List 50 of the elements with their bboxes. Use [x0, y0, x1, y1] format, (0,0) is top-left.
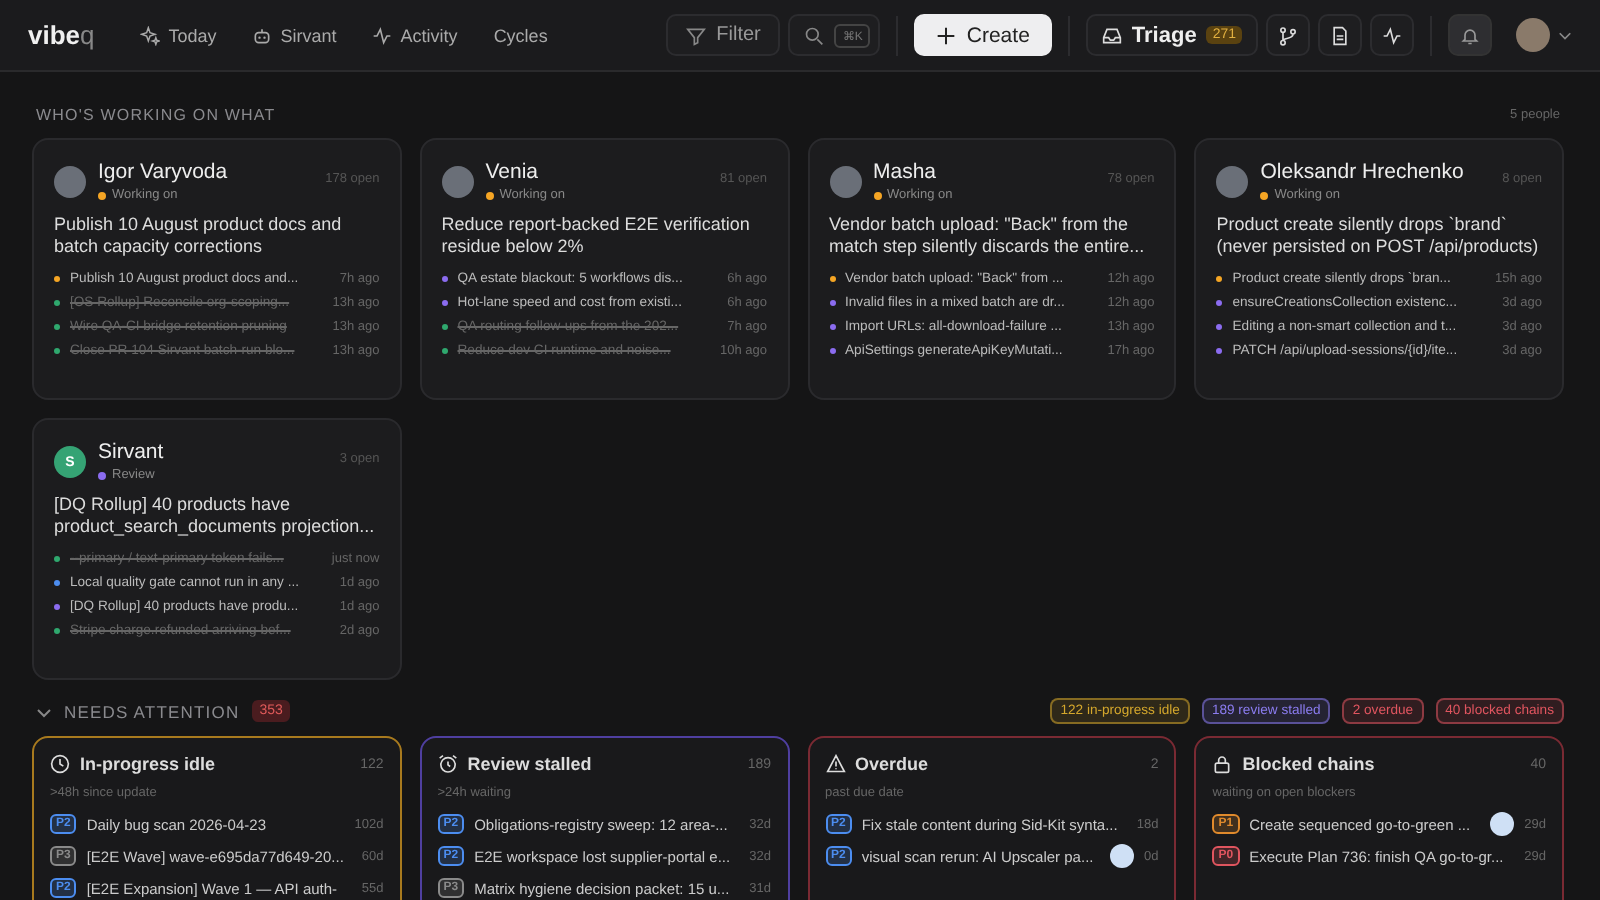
section-title: NEEDS ATTENTION: [64, 701, 240, 721]
current-task-title: Reduce report-backed E2E verification residue below 2%: [441, 214, 752, 258]
user-avatar[interactable]: [1516, 18, 1550, 52]
activity-icon: [372, 25, 393, 45]
person-card[interactable]: [419, 138, 789, 400]
card-title: Overdue: [855, 754, 931, 774]
card-title: In-progress idle: [80, 754, 218, 774]
current-task-title: Publish 10 August product docs and batch capacity corrections: [54, 214, 344, 258]
avatar: [54, 166, 86, 198]
create-button[interactable]: Create: [914, 14, 1052, 56]
warning-icon: [825, 754, 845, 774]
person-name: Venia: [485, 160, 541, 184]
person-name: Sirvant: [98, 440, 166, 464]
notifications-button[interactable]: [1448, 14, 1492, 56]
person-card[interactable]: [32, 418, 402, 680]
person-name: Oleksandr Hrechenko: [1260, 160, 1466, 184]
person-card[interactable]: [32, 138, 402, 400]
person-name: Masha: [873, 160, 939, 184]
nav-link[interactable]: Activity: [358, 25, 472, 45]
filter-icon: [686, 25, 707, 45]
search-icon: [804, 25, 825, 45]
person-name: Igor Varyvoda: [98, 160, 230, 184]
current-task-title: [DQ Rollup] 40 products have product_search_documents projection...: [54, 494, 377, 538]
current-task-title: Product create silently drops `brand` (never persisted on POST /api/products): [1216, 214, 1541, 258]
logo[interactable]: vibeq: [28, 20, 95, 50]
alarm-clock-icon: [437, 754, 458, 774]
activity-icon[interactable]: [1370, 14, 1414, 56]
branch-icon[interactable]: [1266, 14, 1310, 56]
card-title: Review stalled: [467, 754, 594, 774]
avatar: [441, 166, 474, 198]
chevron-down-icon[interactable]: [1558, 28, 1572, 42]
avatar: [829, 166, 861, 198]
plus-icon: [936, 25, 957, 45]
nav-link[interactable]: Cycles: [479, 25, 562, 45]
avatar: [1216, 166, 1249, 198]
lock-icon: [1212, 754, 1233, 774]
section-title: WHO'S WORKING ON WHAT: [36, 106, 276, 124]
person-card[interactable]: [1194, 138, 1564, 400]
current-task-title: Vendor batch upload: "Back" from the match step silently discards the entire...: [829, 214, 1147, 258]
inbox-icon: [1101, 25, 1122, 45]
person-card[interactable]: [807, 138, 1177, 400]
nav-link[interactable]: Sirvant: [238, 25, 351, 45]
collapse-toggle-icon[interactable]: [36, 703, 52, 719]
nav-link[interactable]: Today: [126, 25, 231, 45]
filter-button[interactable]: Filter: [666, 14, 781, 56]
card-title: Blocked chains: [1242, 754, 1377, 774]
clock-icon: [50, 754, 70, 774]
document-icon[interactable]: [1318, 14, 1362, 56]
sparkle-icon: [140, 25, 161, 45]
bell-icon: [1460, 25, 1480, 45]
